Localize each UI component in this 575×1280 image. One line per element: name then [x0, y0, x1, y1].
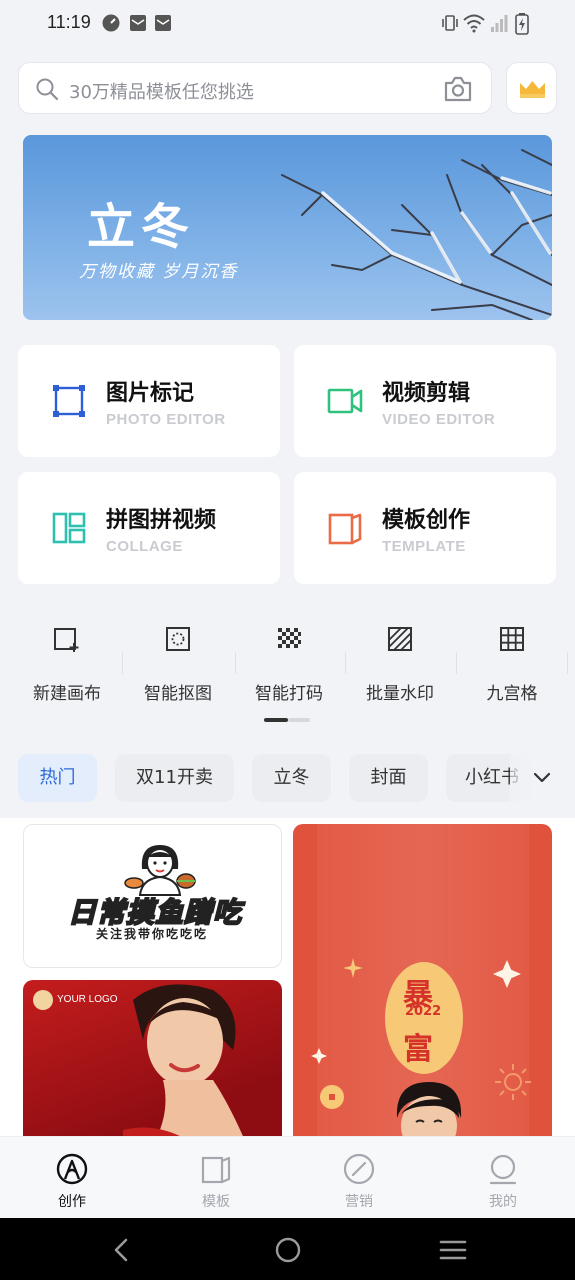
banner-subtitle: 万物收藏 岁月沉香	[79, 262, 239, 282]
template-card-new-year[interactable]: 暴 2022 富	[293, 824, 552, 1136]
search-icon	[36, 78, 59, 101]
coin-icon	[320, 1085, 344, 1109]
marketing-icon	[343, 1153, 375, 1185]
smart-cutout-icon	[166, 627, 190, 651]
vibrate-icon	[442, 15, 458, 31]
tab-profile-label: 我的	[489, 1194, 517, 1210]
speed-icon	[102, 14, 120, 32]
collage-icon	[52, 512, 86, 544]
crown-icon	[520, 81, 545, 98]
sparkle-icon	[493, 960, 521, 988]
tab-template-label: 模板	[202, 1194, 230, 1210]
battery-charging-icon	[515, 13, 529, 35]
template-subtitle: TEMPLATE	[382, 538, 466, 555]
crop-frame-icon	[53, 385, 85, 417]
video-editor-subtitle: VIDEO EDITOR	[382, 411, 496, 428]
create-icon	[56, 1153, 88, 1185]
mosaic-label: 智能打码	[255, 684, 323, 704]
girl-eating-illustration	[124, 845, 196, 896]
category-tab-double11[interactable]: 双11开卖	[115, 754, 234, 802]
category-tab-hot[interactable]: 热门	[18, 754, 97, 802]
tab-profile[interactable]: 我的	[453, 1137, 553, 1219]
photo-editor-title: 图片标记	[106, 381, 195, 406]
mail-icon	[155, 15, 171, 31]
template-tab-icon	[201, 1156, 231, 1184]
woman-portrait-illustration	[123, 984, 243, 1136]
divider	[567, 652, 568, 674]
bottom-tab-bar: 创作 模板 营销 我的	[0, 1136, 575, 1218]
banner-title: 立冬	[87, 199, 196, 255]
video-camera-icon	[327, 388, 363, 414]
page-indicator-active	[264, 718, 288, 722]
watermark-label: 批量水印	[366, 684, 434, 704]
search-placeholder: 30万精品模板任您挑选	[69, 82, 254, 103]
system-navigation-bar	[0, 1218, 575, 1280]
video-editor-title: 视频剪辑	[382, 381, 471, 406]
new-canvas-label: 新建画布	[33, 684, 101, 704]
photo-editor-card[interactable]: 图片标记 PHOTO EDITOR	[18, 345, 280, 457]
category-tab-cover[interactable]: 封面	[349, 754, 428, 802]
logo-badge-icon	[33, 990, 53, 1010]
fortune-char-bottom: 富	[403, 1032, 433, 1067]
mosaic-button[interactable]: 智能打码	[234, 625, 344, 705]
search-input[interactable]: 30万精品模板任您挑选	[18, 62, 492, 114]
mail-icon	[130, 15, 146, 31]
chevron-down-icon	[533, 772, 551, 783]
mosaic-icon	[278, 628, 301, 648]
camera-icon[interactable]	[443, 75, 473, 103]
fortune-year: 2022	[405, 1004, 442, 1019]
frosted-branches-illustration	[281, 149, 552, 320]
collage-subtitle: COLLAGE	[106, 538, 183, 555]
smart-cutout-label: 智能抠图	[144, 684, 212, 704]
template-icon	[328, 513, 362, 545]
smart-cutout-button[interactable]: 智能抠图	[123, 625, 233, 705]
category-tab-lidong[interactable]: 立冬	[252, 754, 331, 802]
template-card[interactable]: 模板创作 TEMPLATE	[294, 472, 556, 584]
page-indicator-inactive	[288, 718, 310, 722]
watermark-icon	[388, 627, 412, 651]
man-portrait-illustration	[396, 1082, 462, 1136]
template-title: 模板创作	[382, 508, 471, 533]
tab-marketing-label: 营销	[345, 1194, 373, 1210]
status-bar: 11:19	[0, 0, 575, 48]
vip-button[interactable]	[506, 62, 557, 114]
home-icon[interactable]	[274, 1236, 302, 1264]
signal-icon	[491, 15, 508, 32]
watermark-button[interactable]: 批量水印	[345, 625, 455, 705]
new-canvas-button[interactable]: 新建画布	[12, 625, 122, 705]
page-indicator	[264, 718, 310, 722]
new-canvas-icon	[54, 628, 79, 652]
promo-banner[interactable]: 立冬 万物收藏 岁月沉香	[23, 135, 552, 320]
profile-icon	[489, 1154, 517, 1185]
tab-create[interactable]: 创作	[22, 1137, 122, 1219]
grid-icon	[500, 627, 524, 651]
collage-card[interactable]: 拼图拼视频 COLLAGE	[18, 472, 280, 584]
collage-title: 拼图拼视频	[106, 508, 217, 533]
sparkle-small-icon	[311, 1048, 327, 1064]
status-time: 11:19	[47, 12, 91, 32]
template-card-portrait[interactable]: YOUR LOGO	[23, 980, 282, 1136]
star-icon	[343, 958, 363, 978]
template-feed: 日常摸鱼蹭吃 关注我带你吃吃吃 YOUR LOGO 暴 2022 富	[0, 818, 575, 1136]
tab-create-label: 创作	[58, 1194, 86, 1210]
sun-swirl-icon	[495, 1064, 531, 1100]
food-card-subtitle: 关注我带你吃吃吃	[96, 927, 209, 941]
template-card-food[interactable]: 日常摸鱼蹭吃 关注我带你吃吃吃	[23, 824, 282, 968]
category-expand-button[interactable]	[510, 752, 575, 804]
tab-template[interactable]: 模板	[166, 1137, 266, 1219]
tab-marketing[interactable]: 营销	[309, 1137, 409, 1219]
video-editor-card[interactable]: 视频剪辑 VIDEO EDITOR	[294, 345, 556, 457]
back-icon[interactable]	[108, 1236, 136, 1264]
recents-icon[interactable]	[439, 1236, 467, 1264]
grid-button[interactable]: 九宫格	[457, 625, 567, 705]
photo-editor-subtitle: PHOTO EDITOR	[106, 411, 226, 428]
grid-label: 九宫格	[486, 684, 538, 704]
wifi-icon	[463, 14, 485, 33]
